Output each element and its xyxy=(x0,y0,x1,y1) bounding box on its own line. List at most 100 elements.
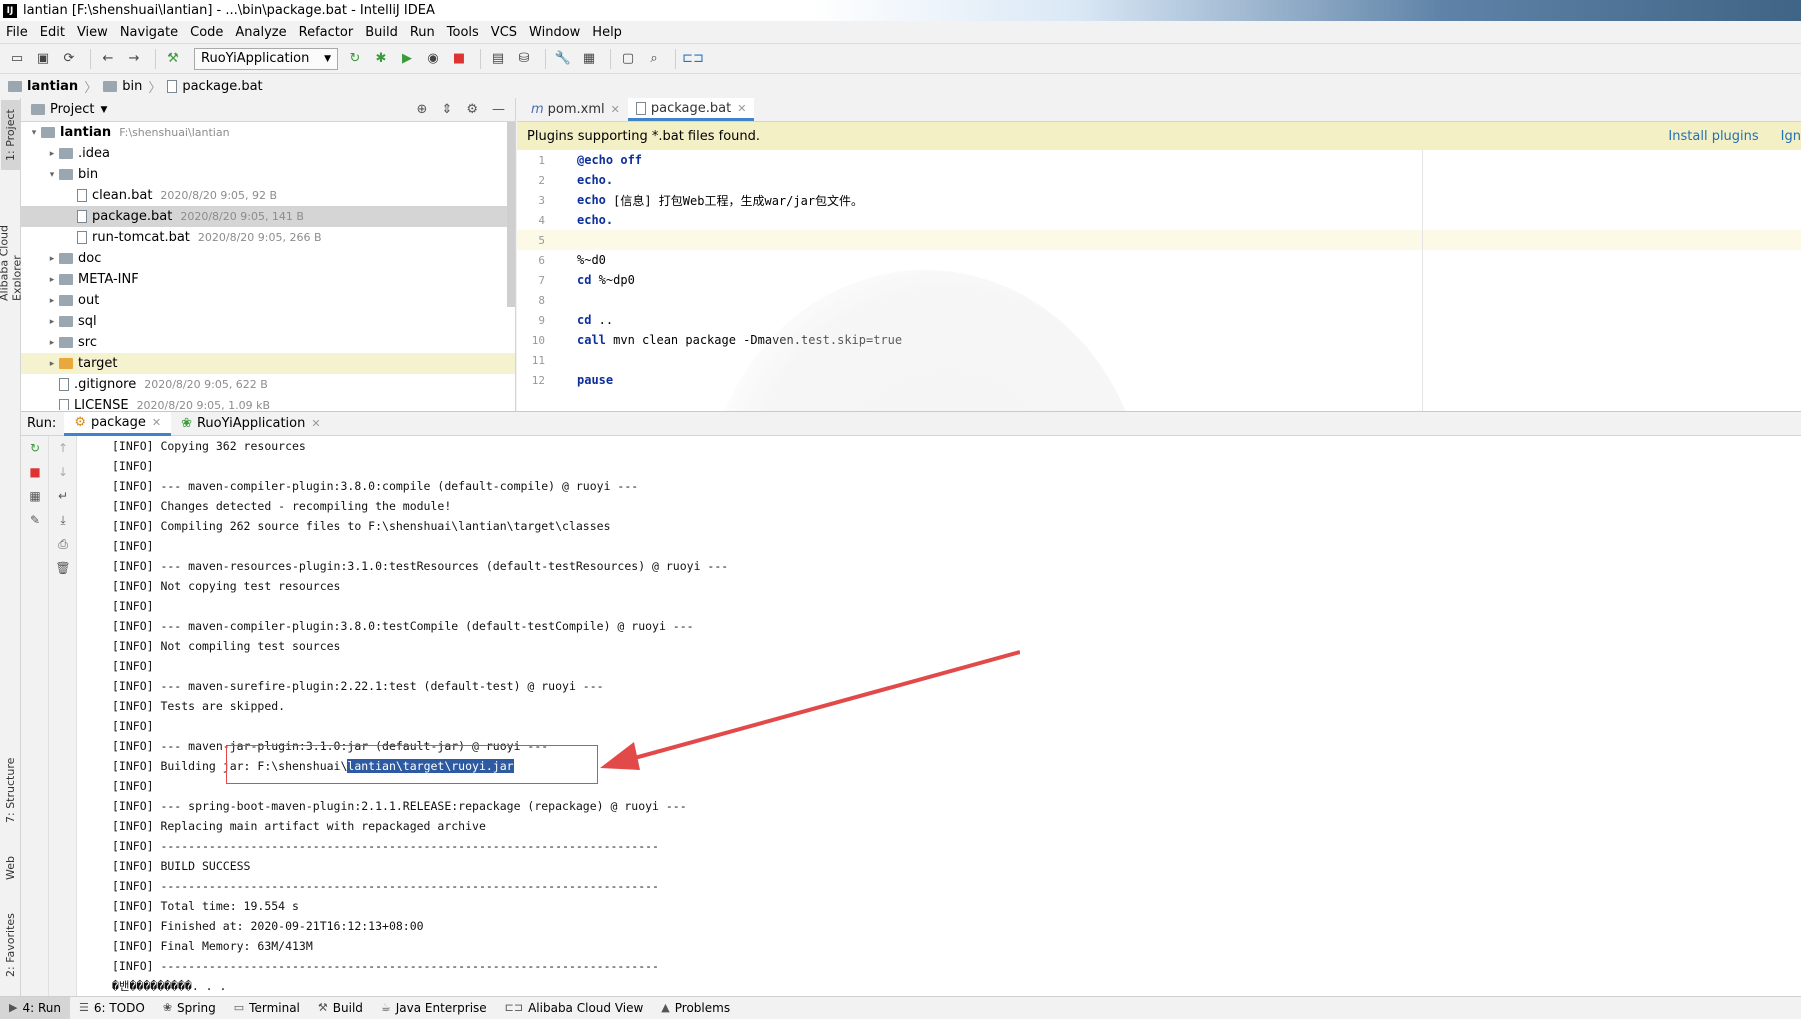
chevron-down-icon[interactable]: ▼ xyxy=(100,105,107,115)
breadcrumb-item-bin[interactable]: bin xyxy=(103,79,142,94)
tree-item-out[interactable]: ▸ out xyxy=(21,290,515,311)
expand-arrow-icon[interactable]: ▸ xyxy=(45,149,59,159)
menu-code[interactable]: Code xyxy=(190,25,223,40)
expand-arrow-icon[interactable]: ▸ xyxy=(45,338,59,348)
search-icon[interactable]: ⌕ xyxy=(643,48,665,70)
gear-icon[interactable]: ⚙ xyxy=(466,102,478,117)
vcs-icon[interactable]: ⛁ xyxy=(513,48,535,70)
hide-panel-icon[interactable]: — xyxy=(492,102,505,117)
settings-wrench-icon[interactable]: 🔧 xyxy=(552,48,574,70)
close-icon[interactable]: ✕ xyxy=(611,103,620,116)
save-all-icon[interactable]: ▣ xyxy=(32,48,54,70)
menu-run[interactable]: Run xyxy=(410,25,435,40)
down-arrow-icon[interactable]: ↓ xyxy=(49,460,77,484)
menu-tools[interactable]: Tools xyxy=(447,25,479,40)
close-icon[interactable]: ✕ xyxy=(311,417,320,430)
expand-arrow-icon[interactable]: ▾ xyxy=(27,128,41,138)
bottom-tab-6--todo[interactable]: ☰ 6: TODO xyxy=(70,997,154,1019)
build-hammer-icon[interactable]: ⚒ xyxy=(162,48,184,70)
menu-analyze[interactable]: Analyze xyxy=(235,25,286,40)
bottom-tab-4--run[interactable]: ▶ 4: Run xyxy=(0,996,70,1019)
tree-item-clean-bat[interactable]: clean.bat 2020/8/20 9:05, 92 B xyxy=(21,185,515,206)
tree-item--gitignore[interactable]: .gitignore 2020/8/20 9:05, 622 B xyxy=(21,374,515,395)
forward-arrow-icon[interactable]: → xyxy=(123,48,145,70)
rerun-icon[interactable]: ↻ xyxy=(21,436,49,460)
collapse-all-icon[interactable]: ⇕ xyxy=(441,102,452,117)
alibaba-cloud-icon[interactable]: ⊏⊐ xyxy=(682,48,704,70)
tab-package-bat[interactable]: package.bat ✕ xyxy=(627,98,755,121)
tree-item-sql[interactable]: ▸ sql xyxy=(21,311,515,332)
scroll-to-end-icon[interactable]: ⤓ xyxy=(49,508,77,532)
debug-bug-icon[interactable]: ✱ xyxy=(370,48,392,70)
tree-item-src[interactable]: ▸ src xyxy=(21,332,515,353)
attach-debugger-icon[interactable]: ▤ xyxy=(487,48,509,70)
tree-item-bin[interactable]: ▾ bin xyxy=(21,164,515,185)
breadcrumb-item-package-bat[interactable]: package.bat xyxy=(167,79,263,94)
tree-item-license[interactable]: LICENSE 2020/8/20 9:05, 1.09 kB xyxy=(21,395,515,410)
tree-scrollbar[interactable] xyxy=(507,122,515,307)
code-editor[interactable]: 1 @echo off 2 echo. 3 echo [信息] 打包Web工程，生成war… xyxy=(517,150,1801,411)
expand-arrow-icon[interactable]: ▾ xyxy=(45,170,59,180)
menu-file[interactable]: File xyxy=(6,25,28,40)
bottom-tab-problems[interactable]: ▲ Problems xyxy=(652,997,739,1019)
expand-arrow-icon[interactable]: ▸ xyxy=(45,254,59,264)
ignore-link[interactable]: Ign xyxy=(1781,129,1801,144)
bottom-tab-terminal[interactable]: ▭ Terminal xyxy=(225,997,309,1019)
tree-item-meta-inf[interactable]: ▸ META-INF xyxy=(21,269,515,290)
tree-item-target[interactable]: ▸ target xyxy=(21,353,515,374)
tree-item--idea[interactable]: ▸ .idea xyxy=(21,143,515,164)
bottom-tab-alibaba-cloud-view[interactable]: ⊏⊐ Alibaba Cloud View xyxy=(496,997,653,1019)
run-tab-package[interactable]: ⚙ package ✕ xyxy=(64,411,172,436)
expand-arrow-icon[interactable]: ▸ xyxy=(45,359,59,369)
expand-arrow-icon[interactable]: ▸ xyxy=(45,275,59,285)
pin-icon[interactable]: ✎ xyxy=(21,508,49,532)
profile-icon[interactable]: ◉ xyxy=(422,48,444,70)
print-icon[interactable]: ⎙ xyxy=(49,532,77,556)
tool-tab-web[interactable]: Web xyxy=(1,843,20,893)
up-arrow-icon[interactable]: ↑ xyxy=(49,436,77,460)
tab-pom-xml[interactable]: m pom.xml ✕ xyxy=(523,98,628,121)
tool-tab-project[interactable]: 1: Project xyxy=(1,100,20,170)
menu-navigate[interactable]: Navigate xyxy=(120,25,178,40)
close-icon[interactable]: ✕ xyxy=(152,416,161,429)
back-arrow-icon[interactable]: ← xyxy=(97,48,119,70)
menu-build[interactable]: Build xyxy=(365,25,398,40)
menu-edit[interactable]: Edit xyxy=(40,25,65,40)
install-plugins-link[interactable]: Install plugins xyxy=(1668,129,1758,144)
tree-item-doc[interactable]: ▸ doc xyxy=(21,248,515,269)
tree-item-run-tomcat-bat[interactable]: run-tomcat.bat 2020/8/20 9:05, 266 B xyxy=(21,227,515,248)
tool-tab-alibaba-cloud-explorer[interactable]: Alibaba Cloud Explorer xyxy=(0,176,24,301)
expand-arrow-icon[interactable]: ▸ xyxy=(45,317,59,327)
restore-layout-icon[interactable]: ▦ xyxy=(21,484,49,508)
breadcrumb-item-lantian[interactable]: lantian xyxy=(8,79,78,94)
tree-item-package-bat[interactable]: package.bat 2020/8/20 9:05, 141 B xyxy=(21,206,515,227)
menu-window[interactable]: Window xyxy=(529,25,580,40)
terminal-window-icon[interactable]: ▢ xyxy=(617,48,639,70)
tool-tab-structure[interactable]: 7: Structure xyxy=(1,746,20,834)
menu-help[interactable]: Help xyxy=(592,25,622,40)
menu-vcs[interactable]: VCS xyxy=(491,25,517,40)
menu-view[interactable]: View xyxy=(77,25,108,40)
stop-icon[interactable]: ■ xyxy=(21,460,49,484)
bottom-tab-spring[interactable]: ❀ Spring xyxy=(154,997,225,1019)
tree-item-lantian[interactable]: ▾ lantian F:\shenshuai\lantian xyxy=(21,122,515,143)
bottom-tab-java-enterprise[interactable]: ☕ Java Enterprise xyxy=(372,997,496,1019)
trash-icon[interactable]: 🗑 xyxy=(49,556,77,580)
locate-file-icon[interactable]: ⊕ xyxy=(417,102,428,117)
menu-refactor[interactable]: Refactor xyxy=(299,25,354,40)
run-tab-ruoyiapplication[interactable]: ❀ RuoYiApplication ✕ xyxy=(171,412,331,436)
run-configuration-select[interactable]: RuoYiApplication ▼ xyxy=(194,47,338,70)
stop-icon[interactable]: ■ xyxy=(448,48,470,70)
file-icon xyxy=(59,378,69,391)
open-folder-icon[interactable]: ▭ xyxy=(6,48,28,70)
synchronize-icon[interactable]: ⟳ xyxy=(58,48,80,70)
project-view-select[interactable]: Project xyxy=(50,102,94,117)
project-structure-icon[interactable]: ▦ xyxy=(578,48,600,70)
close-icon[interactable]: ✕ xyxy=(737,102,746,115)
expand-arrow-icon[interactable]: ▸ xyxy=(45,296,59,306)
soft-wrap-icon[interactable]: ↵ xyxy=(49,484,77,508)
tool-tab-favorites[interactable]: 2: Favorites xyxy=(1,898,20,993)
rerun-icon[interactable]: ↻ xyxy=(344,48,366,70)
run-coverage-icon[interactable]: ▶ xyxy=(396,48,418,70)
bottom-tab-build[interactable]: ⚒ Build xyxy=(309,997,372,1019)
